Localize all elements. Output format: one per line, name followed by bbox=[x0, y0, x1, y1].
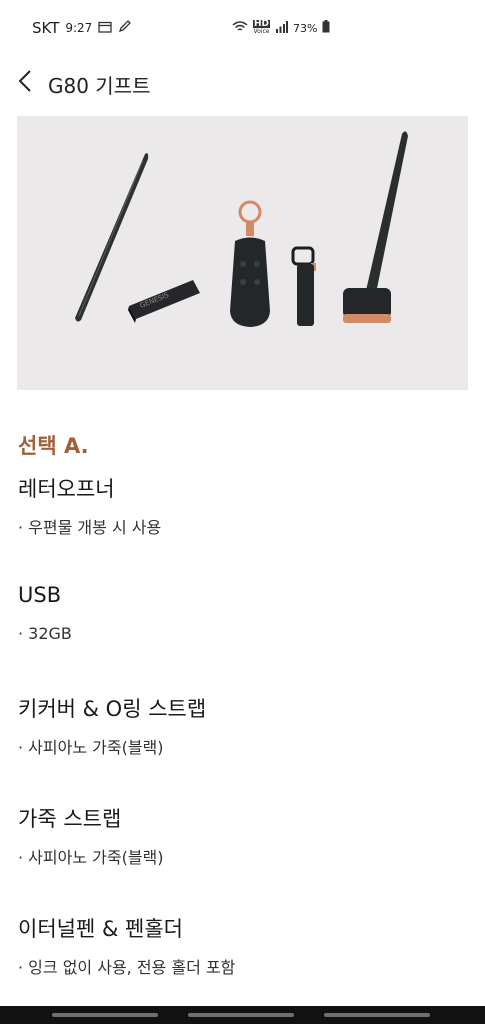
item-desc: · 사피아노 가죽(블랙) bbox=[18, 848, 164, 867]
item-name: 이터널펜 & 펜홀더 bbox=[18, 917, 183, 941]
signal-icon bbox=[275, 20, 289, 36]
battery-percent: 73% bbox=[293, 21, 318, 35]
status-left: SKT 9:27 bbox=[32, 19, 132, 37]
option-title: 선택 A. bbox=[18, 434, 89, 458]
item-name: 레터오프너 bbox=[18, 477, 115, 501]
item-desc: · 사피아노 가죽(블랙) bbox=[18, 738, 164, 757]
chevron-left-icon bbox=[18, 69, 32, 97]
item-desc: · 32GB bbox=[18, 624, 72, 643]
page-title: G80 기프트 bbox=[48, 74, 151, 98]
letter-opener-image bbox=[75, 153, 149, 322]
volte-label: HD bbox=[253, 19, 271, 29]
product-image: GENESIS bbox=[17, 116, 468, 390]
nav-back-button[interactable] bbox=[324, 1013, 430, 1017]
item-desc: · 잉크 없이 사용, 전용 홀더 포함 bbox=[18, 958, 236, 977]
status-bar: SKT 9:27 HD Voice 73% bbox=[0, 0, 485, 58]
app-bar: G80 기프트 bbox=[0, 58, 485, 108]
nav-home-button[interactable] bbox=[188, 1013, 294, 1017]
usb-image: GENESIS bbox=[128, 280, 200, 323]
carrier-label: SKT bbox=[32, 19, 60, 37]
key-cover-image bbox=[230, 200, 270, 327]
leather-strap-image bbox=[291, 246, 316, 326]
pen-holder-image bbox=[343, 131, 408, 323]
nav-recents-button[interactable] bbox=[52, 1013, 158, 1017]
calendar-icon bbox=[98, 19, 112, 37]
volte-sub: Voice bbox=[253, 28, 270, 35]
item-desc: · 우편물 개봉 시 사용 bbox=[18, 518, 162, 537]
gift-content[interactable]: GENESIS 선택 A. 레터오프너 · 우편물 개봉 시 사용 USB · … bbox=[0, 108, 485, 1006]
status-right: HD Voice 73% bbox=[232, 20, 330, 36]
item-name: 키커버 & O링 스트랩 bbox=[18, 697, 207, 721]
back-button[interactable] bbox=[8, 66, 42, 100]
system-nav-bar bbox=[0, 1006, 485, 1024]
item-name: USB bbox=[18, 583, 62, 607]
volte-badge: HD Voice bbox=[253, 19, 271, 36]
item-name: 가죽 스트랩 bbox=[18, 807, 122, 831]
pen-icon bbox=[118, 19, 132, 37]
wifi-icon bbox=[232, 20, 248, 36]
battery-icon bbox=[322, 20, 330, 36]
clock: 9:27 bbox=[65, 21, 93, 35]
